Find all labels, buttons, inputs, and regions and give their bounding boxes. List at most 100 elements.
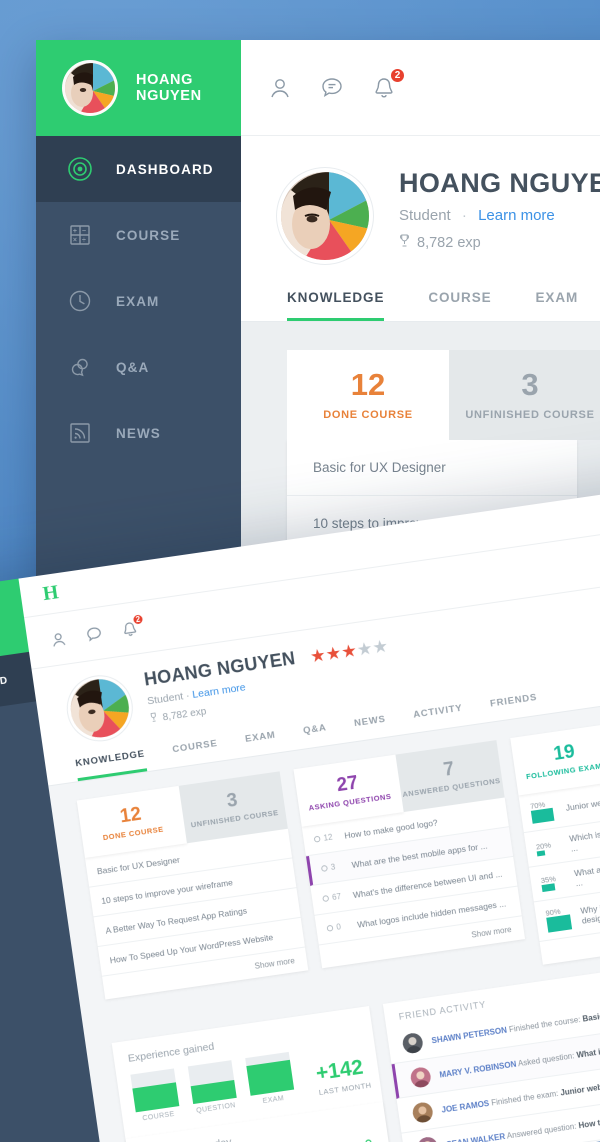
sidebar-item-qa[interactable]: Q&A	[36, 334, 241, 400]
avatar	[62, 60, 118, 116]
progress-bar: 70%	[529, 797, 558, 824]
activity-target: Junior web designer	[559, 1077, 600, 1098]
sidebar-item-label: COURSE	[116, 227, 181, 243]
sidebar-brand[interactable]: HOANG NGUYEN	[36, 40, 241, 136]
sidebar-item-news[interactable]: NEWS	[0, 850, 65, 921]
sidebar-item-label: NEWS	[116, 425, 161, 441]
comment-count: 67	[322, 891, 345, 903]
profile-icon[interactable]	[267, 75, 293, 101]
dashboard-window-front-wrapper: HOANG NGUYEN DASHBOARD COURSE	[0, 474, 600, 1142]
notification-badge: 2	[130, 611, 146, 627]
notification-bell-icon[interactable]: 2	[371, 66, 406, 101]
stat-label: UNFINISHED COURSE	[190, 807, 280, 830]
learn-more-link[interactable]: Learn more	[478, 207, 555, 224]
progress-bar: 20%	[535, 838, 562, 856]
stat-value: 19	[552, 741, 577, 765]
comment-count: 3	[320, 861, 343, 873]
comment-count: 0	[326, 921, 349, 933]
bar-course: COURSE	[130, 1068, 181, 1123]
avatar[interactable]	[277, 168, 373, 264]
profile-icon[interactable]	[48, 629, 68, 649]
stat-value: 27	[335, 772, 360, 797]
sidebar-item-exam[interactable]: EXAM	[36, 268, 241, 334]
avatar[interactable]	[63, 672, 137, 745]
progress-bar: 35%	[540, 871, 567, 892]
tab-qa[interactable]: Q&A	[302, 722, 329, 748]
bar-label: COURSE	[142, 1110, 176, 1123]
stat-label: DONE COURSE	[102, 824, 165, 843]
sidebar-item-label: DASHBOARD	[0, 674, 9, 697]
friend-name: SHAWN PETERSON	[430, 1025, 508, 1045]
tab-course[interactable]: COURSE	[428, 290, 491, 321]
sidebar-back: HOANG NGUYEN DASHBOARD + − × ÷ COURSE EX…	[36, 40, 241, 620]
sidebar-brand-name: HOANG NGUYEN	[136, 72, 202, 104]
stat-following-exams[interactable]: 19 FOLLOWING EXAMS	[510, 723, 600, 796]
exp-value: 8,782 exp	[161, 705, 208, 723]
dashboard-window-front: HOANG NGUYEN DASHBOARD COURSE	[0, 474, 600, 1142]
svg-text:−: −	[82, 228, 87, 235]
tab-knowledge[interactable]: KNOWLEDGE	[287, 290, 385, 321]
stat-value: 12	[350, 367, 386, 402]
tab-exam[interactable]: EXAM	[244, 730, 278, 757]
star-icon: ★	[325, 644, 342, 663]
target-icon	[66, 155, 94, 183]
stat-done-course[interactable]: 12 DONE COURSE	[287, 350, 449, 440]
sidebar-item-label: EXAM	[116, 293, 160, 309]
main-content-front: H Type for search	[18, 474, 600, 1142]
list-item[interactable]: Basic for UX Designer	[287, 440, 577, 496]
activity-action: Finished the course:	[508, 1014, 581, 1034]
message-icon[interactable]	[84, 624, 104, 644]
bar-label: QUESTION	[195, 1102, 237, 1115]
calculator-icon: + − × ÷	[66, 221, 94, 249]
stat-value: 3	[521, 367, 539, 402]
profile-subtitle: Student · Learn more	[399, 207, 600, 224]
activity-action: Finished the exam:	[490, 1088, 559, 1107]
svg-text:+: +	[73, 228, 78, 235]
avatar	[401, 1032, 424, 1055]
star-rating[interactable]: ★ ★ ★ ★ ★	[310, 636, 389, 666]
trophy-icon	[399, 233, 410, 252]
separator: ·	[185, 689, 191, 702]
activity-target: How to make good logo?	[577, 1107, 600, 1130]
stat-unfinished-course[interactable]: 3 UNFINISHED COURSE	[449, 350, 600, 440]
stat-label: UNFINISHED COURSE	[465, 409, 595, 421]
tab-exam[interactable]: EXAM	[536, 290, 579, 321]
sidebar-item-dashboard[interactable]: DASHBOARD	[36, 136, 241, 202]
app-logo[interactable]: H	[41, 581, 60, 606]
comment-count: 12	[313, 832, 336, 844]
qa-panel: 27 ASKING QUESTIONS 7 ANSWERED QUESTIONS…	[293, 740, 529, 996]
star-icon: ★	[372, 637, 389, 657]
profile-role: Student	[399, 207, 451, 224]
exam-list: 70% Junior web designer 20% Which is the…	[518, 766, 600, 965]
tab-news[interactable]: NEWS	[353, 714, 388, 741]
message-icon[interactable]	[319, 75, 345, 101]
topbar-back: 2	[241, 40, 600, 136]
stat-value: 3	[225, 789, 239, 813]
experience-card: Experience gained COURSE QUESTION EXAM +…	[111, 1005, 401, 1142]
notification-badge: 2	[389, 66, 406, 84]
stat-value: 12	[118, 803, 143, 828]
stat-row-knowledge: 12 DONE COURSE 3 UNFINISHED COURSE	[287, 350, 600, 440]
question-list: 12 How to make good logo? 3 What are the…	[301, 797, 526, 969]
star-icon: ★	[341, 641, 358, 661]
friend-name: MARY V. ROBINSON	[438, 1059, 517, 1080]
stat-value: 7	[442, 758, 456, 781]
trophy-icon	[149, 711, 159, 726]
star-icon: ★	[310, 646, 327, 666]
bar-exam: EXAM	[245, 1051, 296, 1107]
bar-label: EXAM	[262, 1095, 285, 1106]
avatar	[409, 1066, 432, 1089]
sidebar-item-label: Q&A	[116, 359, 150, 375]
friend-name: SEAN WALKER	[445, 1131, 506, 1142]
sidebar-item-news[interactable]: NEWS	[36, 400, 241, 466]
exam-panel: 19 FOLLOWING EXAMS 88 DONE EXAMS 70%	[510, 709, 600, 965]
avatar	[416, 1136, 439, 1142]
speech-bubbles-icon	[66, 353, 94, 381]
activity-action: Answered question:	[506, 1121, 578, 1141]
notification-bell-icon[interactable]: 2	[120, 611, 146, 639]
exam-text: Junior web designer	[564, 792, 600, 813]
sidebar-item-course[interactable]: + − × ÷ COURSE	[36, 202, 241, 268]
learn-more-link[interactable]: Learn more	[192, 681, 247, 701]
experience-total: +142 LAST MONTH	[314, 1055, 372, 1097]
avatar	[411, 1101, 434, 1124]
